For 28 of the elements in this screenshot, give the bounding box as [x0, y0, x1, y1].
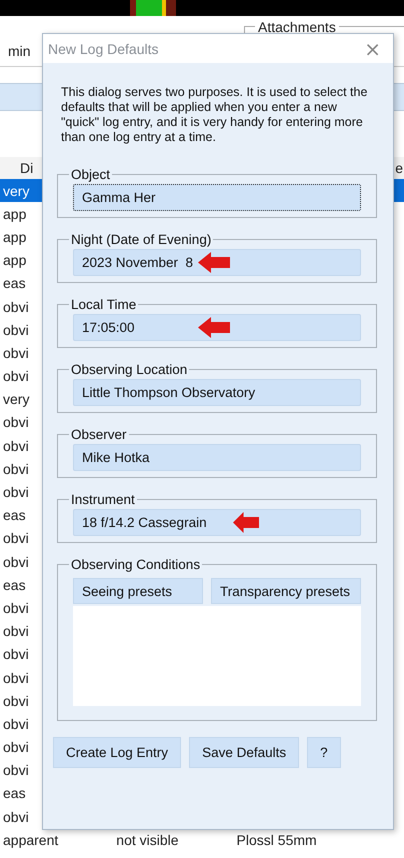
- close-button[interactable]: ×: [364, 38, 381, 58]
- group-label: Observing Location: [70, 362, 188, 377]
- group-label: Observer: [70, 427, 128, 442]
- input-field[interactable]: Little Thompson Observatory: [73, 379, 361, 406]
- dialog-button[interactable]: Create Log Entry: [53, 737, 182, 768]
- group-label: Instrument: [70, 492, 136, 507]
- preset-button[interactable]: Seeing presets: [73, 578, 203, 604]
- group-label: Local Time: [70, 297, 138, 312]
- group-label: Observing Conditions: [70, 557, 202, 572]
- field-label: min: [8, 43, 31, 59]
- input-field[interactable]: 17:05:00: [73, 314, 361, 341]
- preset-button[interactable]: Transparency presets: [211, 578, 361, 604]
- input-field[interactable]: 18 f/14.2 Cassegrain: [73, 509, 361, 536]
- description-text: This dialog serves two purposes. It is used to select the defaults that will be applied when you enter a new "quick" log entry, and it is very handy for entering more than one log entry at a time.: [61, 85, 368, 145]
- column-header-text: e: [395, 160, 403, 176]
- input-field[interactable]: Gamma Her: [73, 184, 361, 211]
- dialog-button[interactable]: Save Defaults: [189, 737, 300, 768]
- input-field[interactable]: 2023 November 8: [73, 249, 361, 276]
- help-button[interactable]: ?: [307, 737, 341, 768]
- group-label: Object: [70, 167, 112, 182]
- window-title: New Log Defaults: [48, 40, 159, 56]
- level-meter-icon: [130, 0, 176, 16]
- table-cell: not visible: [116, 832, 179, 848]
- table-cell: Plossl 55mm: [236, 832, 317, 848]
- table-cell: apparent: [3, 832, 58, 848]
- input-field[interactable]: Mike Hotka: [73, 444, 361, 471]
- group-label: Night (Date of Evening): [70, 232, 212, 247]
- column-header-text: Di: [20, 160, 34, 176]
